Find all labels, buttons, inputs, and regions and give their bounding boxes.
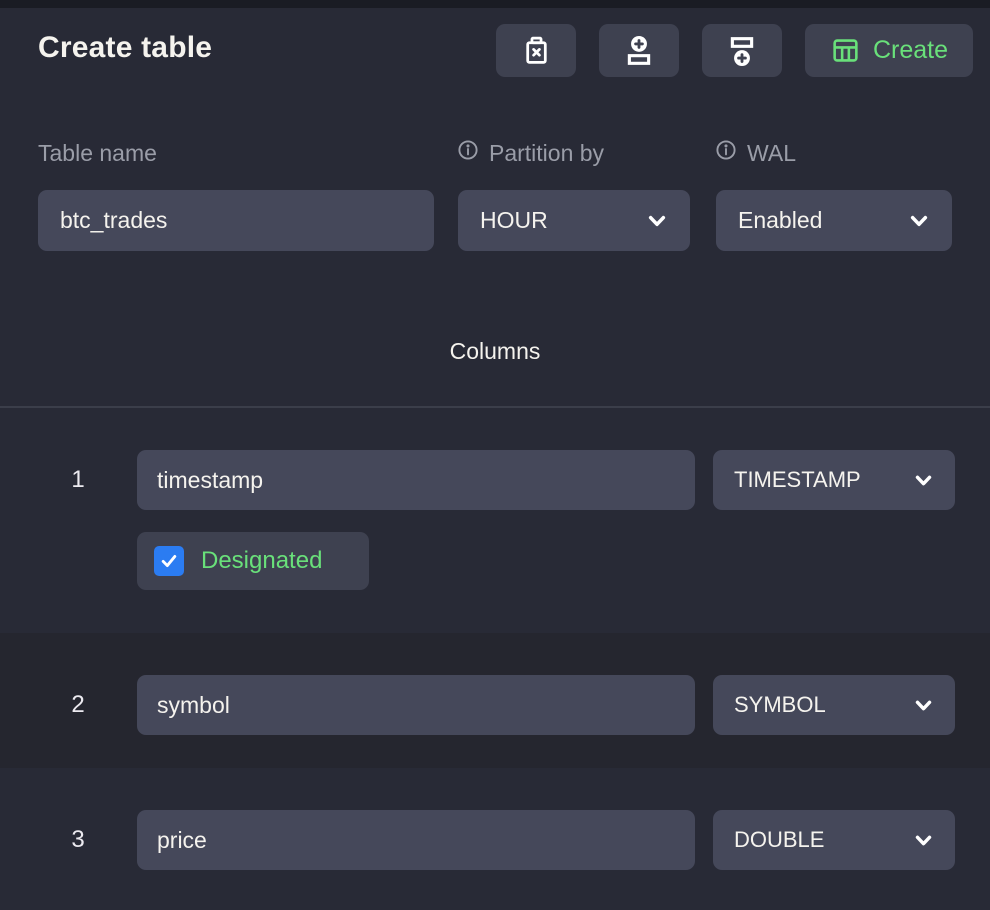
column-index: 3: [62, 810, 94, 870]
column-name-input[interactable]: [137, 450, 695, 510]
column-index: 1: [62, 450, 94, 510]
info-icon[interactable]: [456, 138, 480, 168]
table-icon: [830, 35, 861, 66]
chevron-down-icon: [913, 830, 934, 851]
column-type-select[interactable]: TIMESTAMP: [713, 450, 955, 510]
wal-label: WAL: [714, 139, 796, 167]
wal-value: Enabled: [738, 207, 822, 234]
column-row: 2 SYMBOL: [0, 633, 990, 768]
add-row-above-icon: [622, 34, 656, 68]
panel-top-edge: [0, 0, 990, 8]
wal-select[interactable]: Enabled: [716, 190, 952, 251]
chevron-down-icon: [913, 470, 934, 491]
column-row: 3 DOUBLE: [0, 768, 990, 910]
column-row: 1 TIMESTAMP Designated: [0, 408, 990, 633]
delete-table-button[interactable]: [496, 24, 576, 77]
add-row-below-icon: [725, 34, 759, 68]
info-icon[interactable]: [714, 138, 738, 168]
add-column-bottom-button[interactable]: [702, 24, 782, 77]
column-type-select[interactable]: SYMBOL: [713, 675, 955, 735]
column-name-input[interactable]: [137, 810, 695, 870]
create-button-label: Create: [873, 36, 948, 65]
table-name-input[interactable]: [38, 190, 434, 251]
chevron-down-icon: [908, 210, 930, 232]
column-type-select[interactable]: DOUBLE: [713, 810, 955, 870]
table-name-label: Table name: [38, 139, 157, 167]
designated-label: Designated: [201, 547, 322, 575]
partition-by-value: HOUR: [480, 207, 548, 234]
column-type-value: TIMESTAMP: [734, 467, 861, 493]
designated-toggle[interactable]: Designated: [137, 532, 369, 590]
toolbar: Create: [496, 24, 973, 77]
trash-x-icon: [520, 34, 553, 67]
chevron-down-icon: [646, 210, 668, 232]
partition-by-label: Partition by: [456, 139, 604, 167]
column-type-value: DOUBLE: [734, 827, 824, 853]
column-name-input[interactable]: [137, 675, 695, 735]
column-type-value: SYMBOL: [734, 692, 826, 718]
checkbox-checked-icon[interactable]: [154, 546, 184, 576]
partition-by-select[interactable]: HOUR: [458, 190, 690, 251]
create-table-button[interactable]: Create: [805, 24, 973, 77]
chevron-down-icon: [913, 695, 934, 716]
column-index: 2: [62, 675, 94, 735]
page-title: Create table: [38, 31, 212, 65]
add-column-top-button[interactable]: [599, 24, 679, 77]
columns-section-title: Columns: [0, 338, 990, 365]
